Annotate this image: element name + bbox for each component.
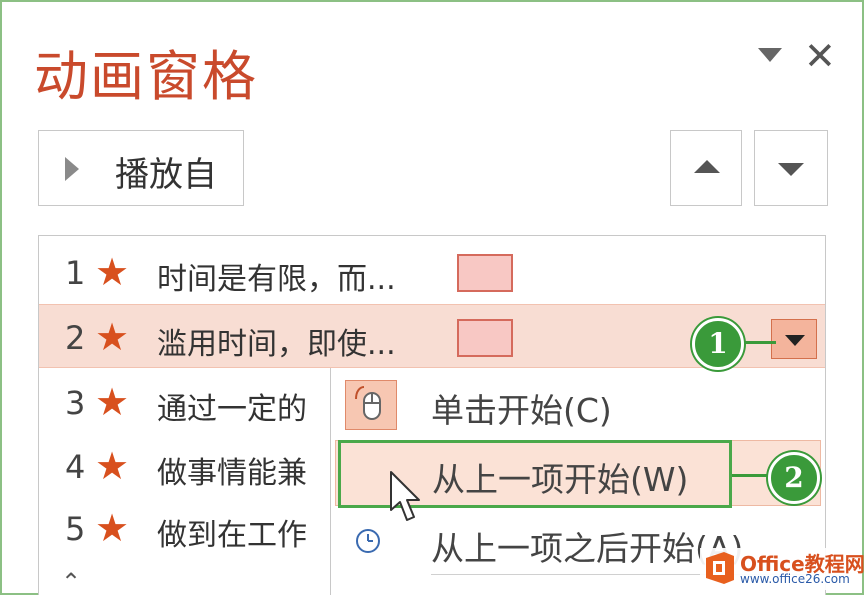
move-up-button[interactable] <box>670 130 742 206</box>
mouse-cursor-icon <box>390 471 420 521</box>
menu-item-label: 从上一项之后开始(A) <box>431 529 744 568</box>
pane-options-dropdown-icon[interactable] <box>756 44 784 66</box>
animation-text: 做事情能兼 <box>157 456 307 491</box>
animation-index: 2 <box>65 319 86 357</box>
watermark-url: www.office26.com <box>740 572 850 586</box>
animation-text: 滥用时间，即使... <box>157 327 396 362</box>
callout-badge: 2 <box>768 452 820 504</box>
play-icon <box>65 157 79 181</box>
move-down-button[interactable] <box>754 130 828 206</box>
animation-text: 时间是有限，而... <box>157 262 396 297</box>
office-logo-icon <box>706 552 734 584</box>
star-icon: ★ <box>95 315 130 359</box>
animation-index: 5 <box>65 510 86 548</box>
menu-item-on-click[interactable]: 单击开始(C) <box>331 372 825 436</box>
play-from-button[interactable]: 播放自 <box>38 130 244 206</box>
star-icon: ★ <box>95 380 130 424</box>
arrow-down-icon <box>778 163 804 176</box>
timing-bar <box>457 319 513 357</box>
clock-icon <box>355 528 381 554</box>
animation-dropdown-button[interactable] <box>771 319 817 359</box>
timing-bar <box>457 254 513 292</box>
scroll-up-icon[interactable]: ⌃ <box>61 568 81 596</box>
pane-title: 动画窗格 <box>34 45 258 108</box>
watermark: Office教程网 www.office26.com <box>700 548 864 590</box>
star-icon: ★ <box>95 506 130 550</box>
callout-connector <box>732 474 772 477</box>
animation-text: 通过一定的 <box>157 392 307 427</box>
callout-badge: 1 <box>692 318 744 370</box>
chevron-down-icon <box>785 335 805 346</box>
animation-item-1[interactable]: 1 ★ 时间是有限，而... <box>39 240 825 304</box>
star-icon: ★ <box>95 250 130 294</box>
animation-text: 做到在工作 <box>157 518 307 553</box>
star-icon: ★ <box>95 444 130 488</box>
animation-index: 3 <box>65 384 86 422</box>
mouse-icon <box>345 380 397 430</box>
arrow-up-icon <box>694 160 720 173</box>
animation-index: 1 <box>65 254 86 292</box>
animation-index: 4 <box>65 448 86 486</box>
close-icon[interactable]: ✕ <box>804 34 836 78</box>
callout-connector <box>740 341 776 344</box>
play-from-label: 播放自 <box>115 155 217 195</box>
menu-item-label: 单击开始(C) <box>431 391 612 430</box>
